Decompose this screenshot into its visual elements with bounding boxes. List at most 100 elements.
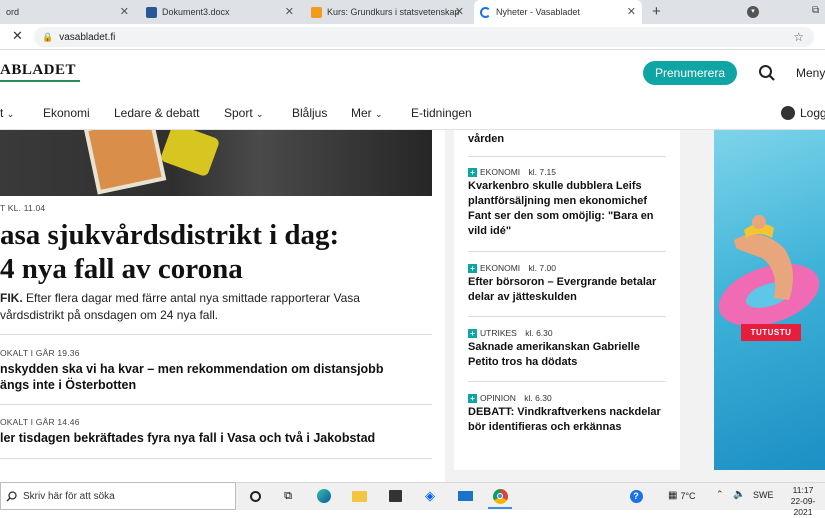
latest-news-item[interactable]: + OPINION kl. 6.30 DEBATT: Vindkraftverke… [468,393,668,435]
weather-widget[interactable]: ▦ 7°C [668,490,696,501]
language-indicator[interactable]: SWE [753,490,774,500]
search-placeholder: Skriv här för att söka [23,490,115,502]
cortana-icon[interactable] [246,487,264,505]
lead-headline-line-2[interactable]: 4 nya fall av corona [0,252,243,286]
divider [468,316,666,317]
show-hidden-icons[interactable]: ⌃ [716,489,724,500]
lead-article-meta: T KL. 11.04 [0,203,46,213]
close-tab-icon[interactable]: ✕ [120,5,129,18]
article-title[interactable]: nskydden ska vi ha kvar – men rekommenda… [0,361,383,377]
news-meta: + EKONOMI kl. 7.00 [468,263,668,273]
news-category: UTRIKES [480,328,517,338]
latest-news-item[interactable]: + UTRIKES kl. 6.30 Saknade amerikanskan G… [468,328,668,370]
subscribe-button[interactable]: Prenumerera [643,61,737,85]
edge-icon[interactable] [315,487,333,505]
stop-loading-icon[interactable]: ✕ [12,28,23,44]
news-title: Efter börsoron – Evergrande betalar dela… [468,276,657,303]
close-tab-icon[interactable]: ✕ [627,5,636,18]
nav-item-ekonomi[interactable]: Ekonomi [43,106,90,120]
tab-search-icon[interactable]: ▾ [747,6,759,18]
latest-news-column: vården + EKONOMI kl. 7.15 Kvarkenbro skul… [454,130,680,470]
taskbar-search-box[interactable]: Skriv här för att söka [0,482,236,510]
news-time: kl. 7.15 [528,167,556,177]
store-icon[interactable] [386,487,404,505]
news-meta: + OPINION kl. 6.30 [468,393,668,403]
divider [468,156,666,157]
latest-news-item[interactable]: + EKONOMI kl. 7.15 Kvarkenbro skulle dubb… [468,167,668,239]
new-tab-button[interactable]: + [652,3,661,20]
active-app-indicator [488,507,512,509]
nav-label: Mer [351,106,372,120]
file-explorer-icon[interactable] [350,487,368,505]
divider [0,334,432,335]
clock[interactable]: 11:17 22-09-2021 [782,485,824,518]
search-icon [6,491,17,502]
nav-item-truncated[interactable]: t ⌄ [0,106,14,120]
chevron-down-icon: ⌄ [256,109,264,119]
plus-icon: + [468,263,477,273]
plus-icon: + [468,328,477,338]
browser-tab[interactable]: Dokument3.docx ✕ [140,0,300,24]
mail-icon[interactable] [456,487,474,505]
restore-window-icon[interactable]: ⧉ [812,5,819,16]
nav-label: t [0,106,4,120]
browser-tab[interactable]: ord ✕ [0,0,135,24]
browser-tab[interactable]: Kurs: Grundkurs i statsvetenskap ✕ [305,0,470,24]
article-title-line-2[interactable]: ängs inte i Österbotten [0,377,136,393]
clock-date: 22-09-2021 [790,496,816,517]
word-icon [146,6,157,18]
ingress-text: Efter flera dagar med färre antal nya sm… [26,291,360,305]
nav-item-sport[interactable]: Sport ⌄ [224,106,264,120]
news-time: kl. 6.30 [525,328,553,338]
main-nav: t ⌄ Ekonomi Ledare & debatt Sport ⌄ Blål… [0,96,825,130]
article-meta: OKALT I GÅR 19.36 [0,348,80,358]
dropbox-icon[interactable]: ◈ [421,487,439,505]
close-tab-icon[interactable]: ✕ [285,5,294,18]
ad-cta-button[interactable]: TUTUSTU [741,324,801,341]
volume-icon[interactable]: 🔈 [733,489,745,500]
ingress-tag: FIK. [0,291,23,305]
news-category: EKONOMI [480,167,521,177]
menu-button[interactable]: Meny [796,66,825,80]
nav-item-mer[interactable]: Mer ⌄ [351,106,383,120]
article-meta: OKALT I GÅR 14.46 [0,417,80,427]
url-text: vasabladet.fi [59,31,116,43]
news-meta: + UTRIKES kl. 6.30 [468,328,668,338]
login-button[interactable]: Logg [781,106,825,120]
task-view-icon[interactable]: ⧉ [279,487,297,505]
tab-label: ord [6,7,20,17]
nav-item-blaljus[interactable]: Blåljus [292,106,327,120]
lead-headline-line-1[interactable]: asa sjukvårdsdistrikt i dag: [0,218,339,252]
bookmark-star-icon[interactable]: ☆ [793,30,804,44]
advertisement[interactable] [714,130,825,470]
browser-tab-active[interactable]: Nyheter - Vasabladet ✕ [474,0,642,24]
close-tab-icon[interactable]: ✕ [455,5,464,18]
chrome-icon[interactable] [491,487,509,505]
help-icon[interactable]: ? [627,487,645,505]
latest-news-item[interactable]: + EKONOMI kl. 7.00 Efter börsoron – Everg… [468,263,668,305]
weather-icon: ▦ [668,490,678,501]
address-bar[interactable]: 🔒 vasabladet.fi ☆ [34,27,814,47]
browser-tab-strip: ord ✕ Dokument3.docx ✕ Kurs: Grundkurs i… [0,0,825,24]
divider [468,381,666,382]
tab-label: Dokument3.docx [162,7,230,17]
clock-time: 11:17 [792,485,814,495]
image-object [159,130,221,178]
chevron-down-icon: ⌄ [6,109,15,119]
main-column: T KL. 11.04 asa sjukvårdsdistrikt i dag:… [0,130,445,482]
tab-label: Nyheter - Vasabladet [496,7,580,17]
news-title: Saknade amerikanskan Gabrielle Petito tr… [468,341,640,368]
image-object [83,130,167,195]
nav-item-e-tidningen[interactable]: E-tidningen [411,106,472,120]
latest-news-fragment[interactable]: vården [468,130,668,147]
article-title[interactable]: ler tisdagen bekräftades fyra nya fall i… [0,430,375,446]
search-icon[interactable] [758,64,776,82]
site-logo[interactable]: ABLADET [0,62,76,79]
nav-item-ledare-debatt[interactable]: Ledare & debatt [114,106,199,120]
logo-underline [0,80,80,82]
news-title: vården [468,133,505,145]
chevron-down-icon: ⌄ [375,109,383,119]
nav-label: Sport [224,106,253,120]
lead-ingress-line-2: vårdsdistrikt på onsdagen om 24 nya fall… [0,308,219,322]
lead-article-image[interactable] [0,130,432,196]
